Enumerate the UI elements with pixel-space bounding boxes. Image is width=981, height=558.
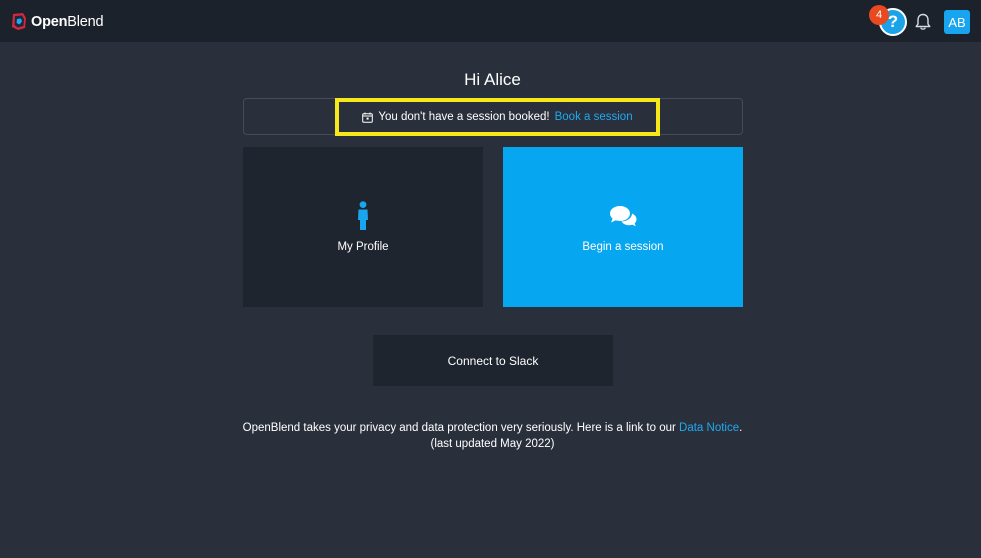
book-session-link[interactable]: Book a session bbox=[555, 111, 633, 123]
begin-session-card[interactable]: Begin a session bbox=[503, 147, 743, 307]
help-notification-badge: 4 bbox=[869, 5, 889, 25]
privacy-notice: OpenBlend takes your privacy and data pr… bbox=[0, 420, 981, 452]
data-notice-link[interactable]: Data Notice bbox=[679, 422, 739, 434]
person-icon bbox=[358, 201, 368, 230]
chat-bubbles-icon bbox=[610, 206, 637, 227]
page-title: Hi Alice bbox=[464, 70, 521, 89]
user-avatar[interactable]: AB bbox=[944, 10, 970, 34]
openblend-logo-icon bbox=[12, 13, 26, 30]
top-bar: OpenBlend ? 4 AB bbox=[0, 0, 981, 42]
openblend-logo[interactable]: OpenBlend bbox=[10, 12, 104, 31]
logo-wordmark: OpenBlend bbox=[31, 13, 104, 30]
connect-slack-button[interactable]: Connect to Slack bbox=[373, 335, 613, 386]
my-profile-card[interactable]: My Profile bbox=[243, 147, 483, 307]
my-profile-label: My Profile bbox=[337, 241, 389, 253]
bell-icon[interactable] bbox=[913, 12, 933, 32]
session-notice-text: You don't have a session booked! bbox=[378, 111, 550, 123]
begin-session-label: Begin a session bbox=[582, 241, 664, 253]
session-notice-highlight: You don't have a session booked! Book a … bbox=[335, 98, 660, 136]
privacy-period: . bbox=[739, 422, 743, 434]
help-icon: ? bbox=[887, 12, 899, 31]
calendar-icon bbox=[362, 112, 374, 123]
privacy-last-updated: (last updated May 2022) bbox=[430, 438, 555, 450]
privacy-text: OpenBlend takes your privacy and data pr… bbox=[242, 422, 676, 434]
